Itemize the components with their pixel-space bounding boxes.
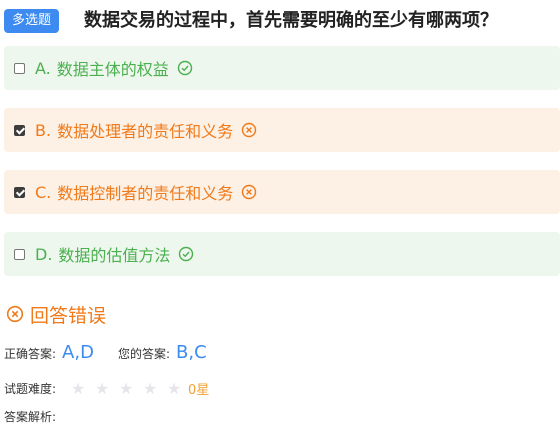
- check-circle-icon: [177, 60, 192, 76]
- your-answer-label: 您的答案:: [117, 347, 170, 361]
- star-icon: ★: [142, 378, 158, 398]
- star-icon: ★: [166, 378, 182, 398]
- difficulty-label: 试题难度:: [4, 381, 57, 396]
- question-type-badge: 多选题: [4, 9, 60, 33]
- star-icon: ★: [70, 378, 86, 398]
- result-text: 回答错误: [30, 304, 107, 327]
- option-d-text: 数据的估值方法: [58, 246, 171, 265]
- option-c-letter: C.: [35, 182, 52, 202]
- option-d-checkbox[interactable]: [14, 248, 25, 260]
- cross-circle-icon: [6, 305, 24, 323]
- your-answer-value: B,C: [176, 342, 207, 363]
- difficulty-stars: ★ ★ ★ ★ ★: [66, 379, 186, 398]
- check-circle-icon: [179, 246, 194, 262]
- option-b[interactable]: B. 数据处理者的责任和义务: [4, 108, 560, 152]
- option-c-checkbox[interactable]: [14, 186, 25, 198]
- star-icon: ★: [118, 378, 134, 398]
- option-a[interactable]: A. 数据主体的权益: [4, 46, 560, 90]
- option-d-letter: D.: [35, 244, 53, 264]
- answer-result: 回答错误: [6, 302, 107, 327]
- difficulty-rating-text: 0星: [188, 382, 210, 398]
- option-a-text: 数据主体的权益: [56, 60, 169, 79]
- answer-analysis-label: 答案解析:: [4, 410, 57, 424]
- option-a-checkbox[interactable]: [14, 62, 25, 74]
- option-b-text: 数据处理者的责任和义务: [57, 122, 234, 141]
- difficulty-row: 试题难度: ★ ★ ★ ★ ★ 0星: [4, 378, 209, 398]
- question-title: 数据交易的过程中，首先需要明确的至少有哪两项？: [84, 10, 498, 31]
- option-c[interactable]: C. 数据控制者的责任和义务: [4, 170, 560, 214]
- question-header: 多选题 数据交易的过程中，首先需要明确的至少有哪两项？: [0, 8, 560, 34]
- option-d[interactable]: D. 数据的估值方法: [4, 232, 560, 276]
- option-c-text: 数据控制者的责任和义务: [57, 184, 234, 203]
- correct-answer-value: A,D: [62, 342, 94, 363]
- cross-circle-icon: [242, 184, 257, 200]
- star-icon: ★: [94, 378, 110, 398]
- option-b-letter: B.: [35, 120, 52, 140]
- option-b-checkbox[interactable]: [14, 124, 25, 136]
- answers-row: 正确答案: A,D 您的答案: B,C: [4, 342, 207, 366]
- option-a-letter: A.: [35, 58, 51, 78]
- cross-circle-icon: [241, 122, 257, 138]
- correct-answer-label: 正确答案:: [4, 347, 57, 361]
